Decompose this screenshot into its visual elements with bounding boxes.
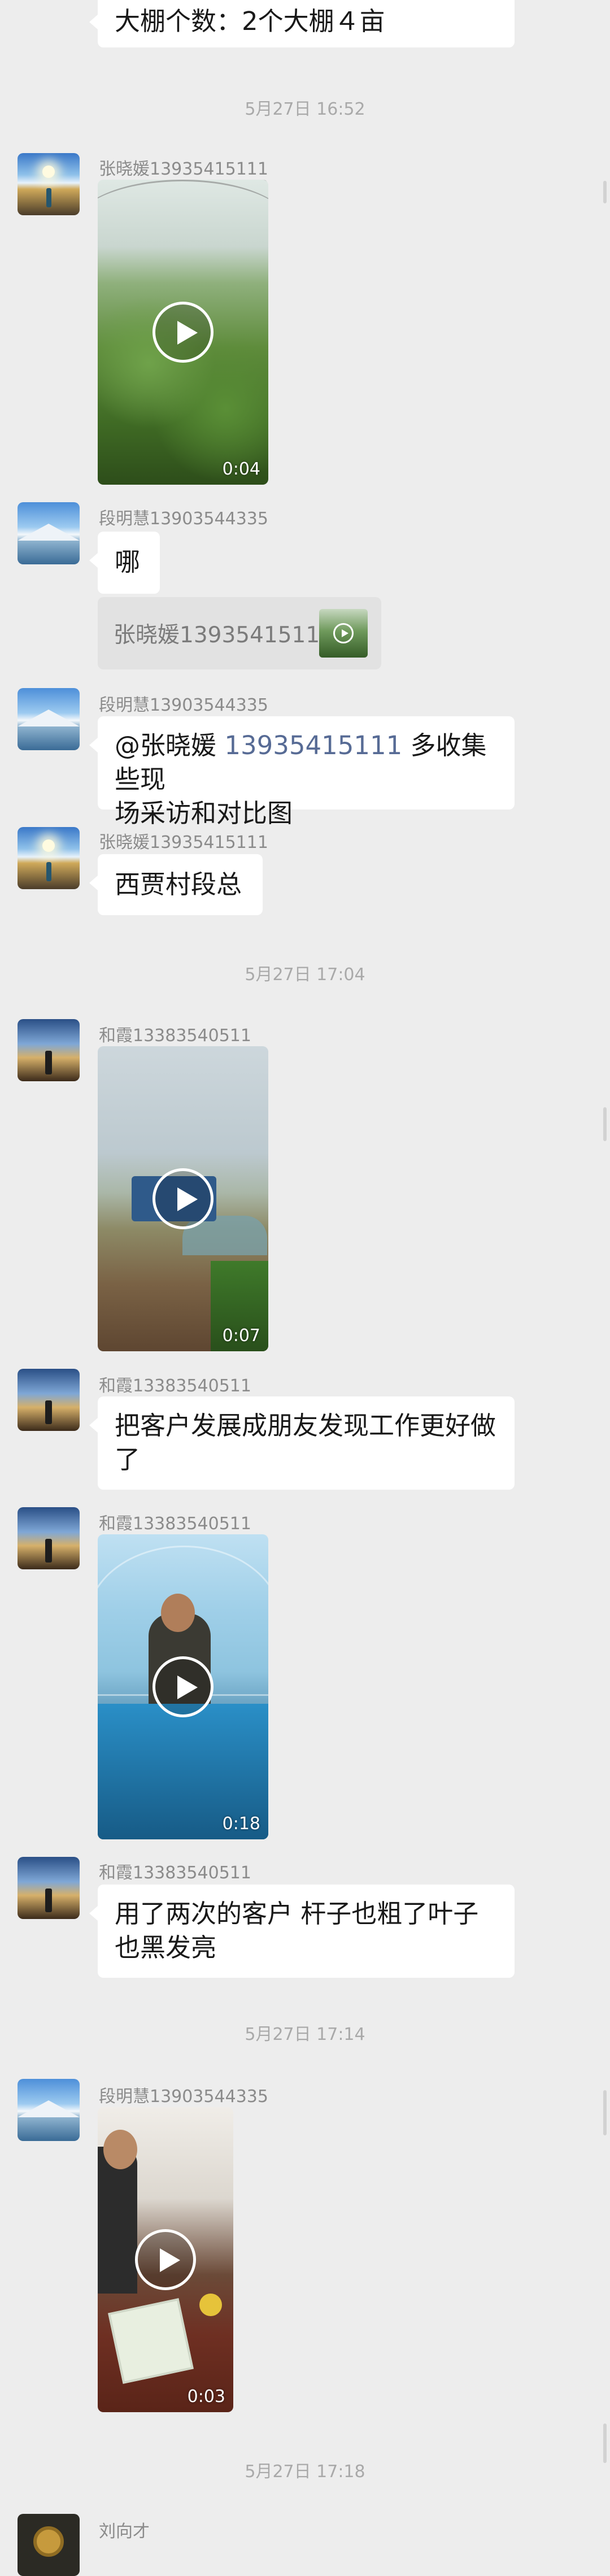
timestamp: 5月27日 17:18 bbox=[245, 2462, 365, 2482]
sender-name: 段明慧13903544335 bbox=[99, 2087, 268, 2107]
timestamp: 5月27日 17:04 bbox=[245, 965, 365, 985]
message-line: 用了两次的客户 杆子也粗了叶子 bbox=[115, 1899, 479, 1929]
message-text: 哪 bbox=[115, 547, 141, 577]
avatar-mountain[interactable] bbox=[18, 688, 80, 750]
sender-name: 和霞13383540511 bbox=[99, 1026, 251, 1046]
message-line: 也黑发亮 bbox=[115, 1933, 217, 1963]
quoted-video-thumbnail[interactable] bbox=[319, 609, 368, 658]
avatar-sunrise[interactable] bbox=[18, 827, 80, 889]
avatar-hills[interactable] bbox=[18, 1507, 80, 1569]
scroll-indicator bbox=[603, 2090, 607, 2135]
timestamp: 5月27日 17:14 bbox=[245, 2025, 365, 2044]
text-message-bubble[interactable]: 大棚个数：2个大棚４亩 bbox=[89, 0, 515, 47]
sender-name: 张晓媛13935415111 bbox=[99, 159, 268, 179]
play-icon[interactable] bbox=[152, 1168, 213, 1229]
text-message-bubble[interactable]: 把客户发展成朋友发现工作更好做 了 bbox=[89, 1396, 515, 1490]
avatar-hills[interactable] bbox=[18, 1369, 80, 1431]
text-message-bubble[interactable]: 西贾村段总 bbox=[89, 854, 263, 915]
scroll-indicator bbox=[603, 1107, 607, 1141]
video-message[interactable]: 0:03 bbox=[98, 2107, 233, 2412]
mention-prefix: @张晓媛 bbox=[115, 730, 225, 760]
mention-phone-link[interactable]: 13935415111 bbox=[224, 730, 402, 760]
text-message-bubble[interactable]: @张晓媛 13935415111 多收集些现 场采访和对比图 bbox=[89, 716, 515, 828]
sender-name: 刘向才 bbox=[99, 2522, 150, 2542]
sender-name: 和霞13383540511 bbox=[99, 1376, 251, 1396]
play-icon[interactable] bbox=[152, 302, 213, 363]
scroll-indicator bbox=[603, 2423, 607, 2463]
message-line: 了 bbox=[115, 1444, 141, 1474]
sender-name: 和霞13383540511 bbox=[99, 1863, 251, 1883]
avatar-mountain[interactable] bbox=[18, 2079, 80, 2141]
play-icon bbox=[333, 623, 354, 643]
message-line: @张晓媛 13935415111 多收集些现 bbox=[115, 729, 498, 797]
video-duration: 0:18 bbox=[222, 1814, 260, 1834]
avatar-coin[interactable] bbox=[18, 2514, 80, 2576]
text-message-bubble[interactable]: 哪 bbox=[89, 532, 160, 594]
avatar-hills[interactable] bbox=[18, 1857, 80, 1919]
video-duration: 0:03 bbox=[187, 2387, 225, 2407]
video-duration: 0:04 bbox=[222, 459, 260, 479]
sender-name: 和霞13383540511 bbox=[99, 1514, 251, 1534]
scroll-indicator bbox=[603, 181, 607, 203]
video-message[interactable]: 0:07 bbox=[98, 1046, 268, 1351]
play-icon[interactable] bbox=[135, 2229, 196, 2290]
avatar-hills[interactable] bbox=[18, 1019, 80, 1081]
sender-name: 段明慧13903544335 bbox=[99, 509, 268, 529]
avatar-mountain[interactable] bbox=[18, 502, 80, 564]
video-message[interactable]: 0:18 bbox=[98, 1534, 268, 1839]
video-message[interactable]: 0:04 bbox=[98, 180, 268, 485]
text-message-bubble[interactable]: 用了两次的客户 杆子也粗了叶子 也黑发亮 bbox=[89, 1885, 515, 1978]
timestamp: 5月27日 16:52 bbox=[245, 99, 365, 119]
quoted-message[interactable]: 张晓媛13935415111： bbox=[98, 597, 381, 669]
sender-name: 段明慧13903544335 bbox=[99, 695, 268, 715]
message-text: 西贾村段总 bbox=[115, 869, 242, 899]
message-line: 把客户发展成朋友发现工作更好做 bbox=[115, 1411, 496, 1441]
avatar-sunrise[interactable] bbox=[18, 153, 80, 215]
message-line: 场采访和对比图 bbox=[115, 798, 293, 828]
message-text: 大棚个数：2个大棚４亩 bbox=[115, 6, 385, 36]
play-icon[interactable] bbox=[152, 1656, 213, 1717]
sender-name: 张晓媛13935415111 bbox=[99, 833, 268, 852]
video-duration: 0:07 bbox=[222, 1326, 260, 1346]
